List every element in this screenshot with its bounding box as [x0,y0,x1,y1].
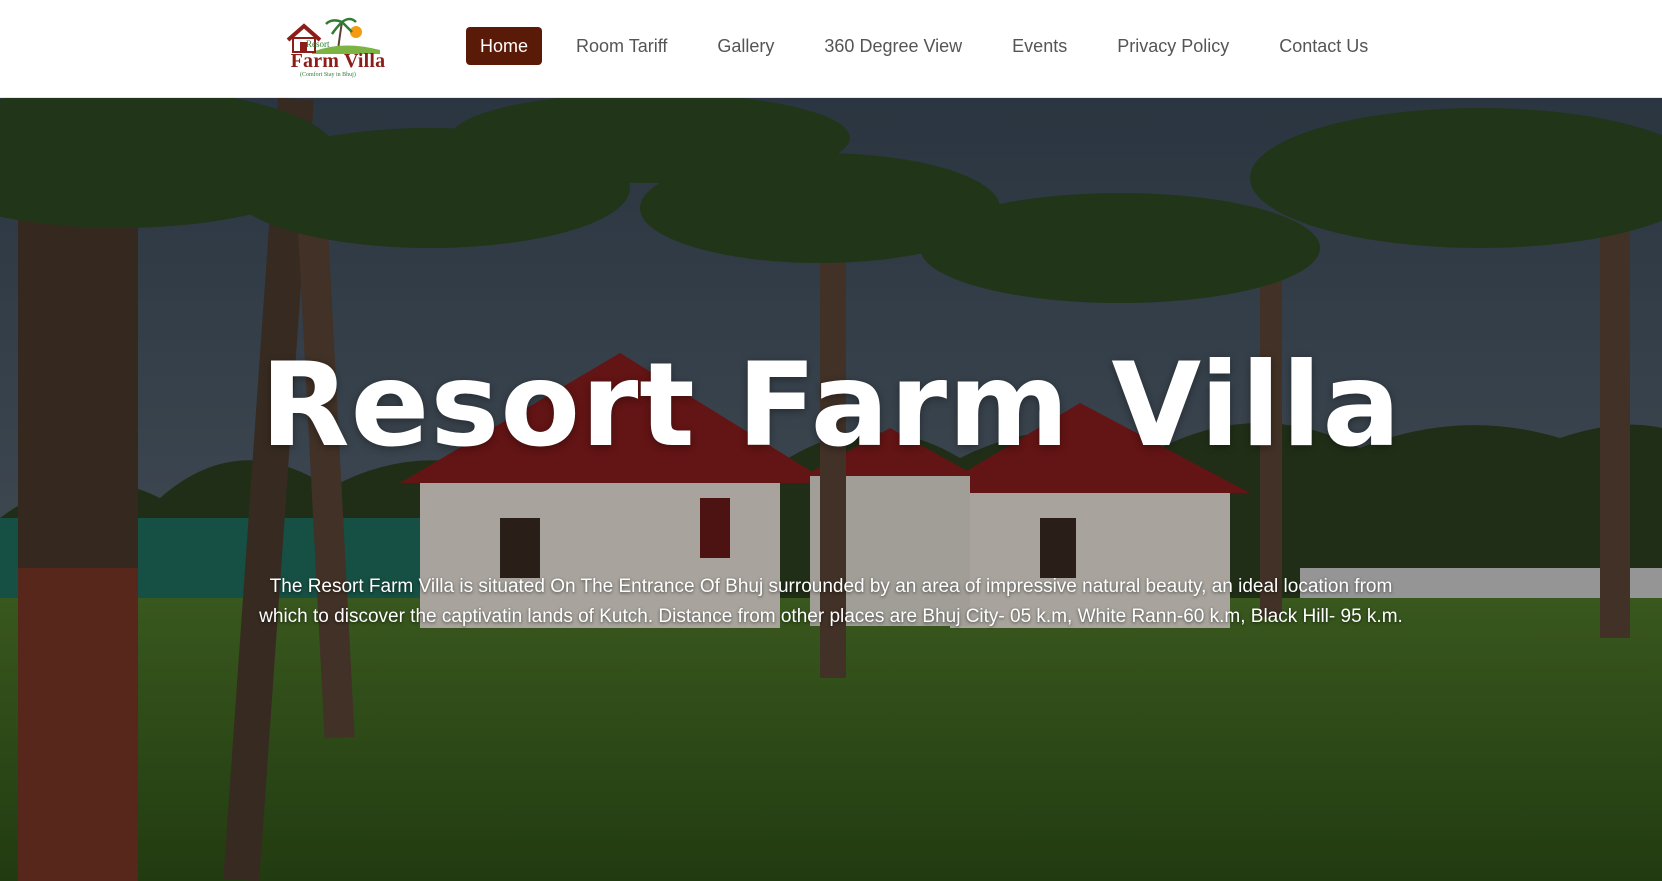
hero-overlay [0,98,1662,881]
site-logo[interactable]: Resort Farm Villa (Comfort Stay in Bhuj) [282,14,390,80]
logo-tagline: (Comfort Stay in Bhuj) [300,72,356,78]
nav-home[interactable]: Home [466,27,543,65]
site-header: Resort Farm Villa (Comfort Stay in Bhuj)… [0,0,1662,98]
nav-360-degree-view[interactable]: 360 Degree View [810,27,976,65]
nav-events[interactable]: Events [998,27,1081,65]
nav-room-tariff[interactable]: Room Tariff [562,27,681,65]
main-nav: Home Room Tariff Gallery 360 Degree View… [466,27,1404,65]
logo-small-text: Resort [306,39,330,49]
logo-brand-text: Farm Villa [290,50,386,72]
nav-privacy-policy[interactable]: Privacy Policy [1103,27,1243,65]
nav-gallery[interactable]: Gallery [703,27,788,65]
nav-contact-us[interactable]: Contact Us [1265,27,1382,65]
hero-title: Resort Farm Villa [260,338,1402,473]
hero-section: Resort Farm Villa The Resort Farm Villa … [0,98,1662,881]
hero-description: The Resort Farm Villa is situated On The… [259,576,1403,627]
